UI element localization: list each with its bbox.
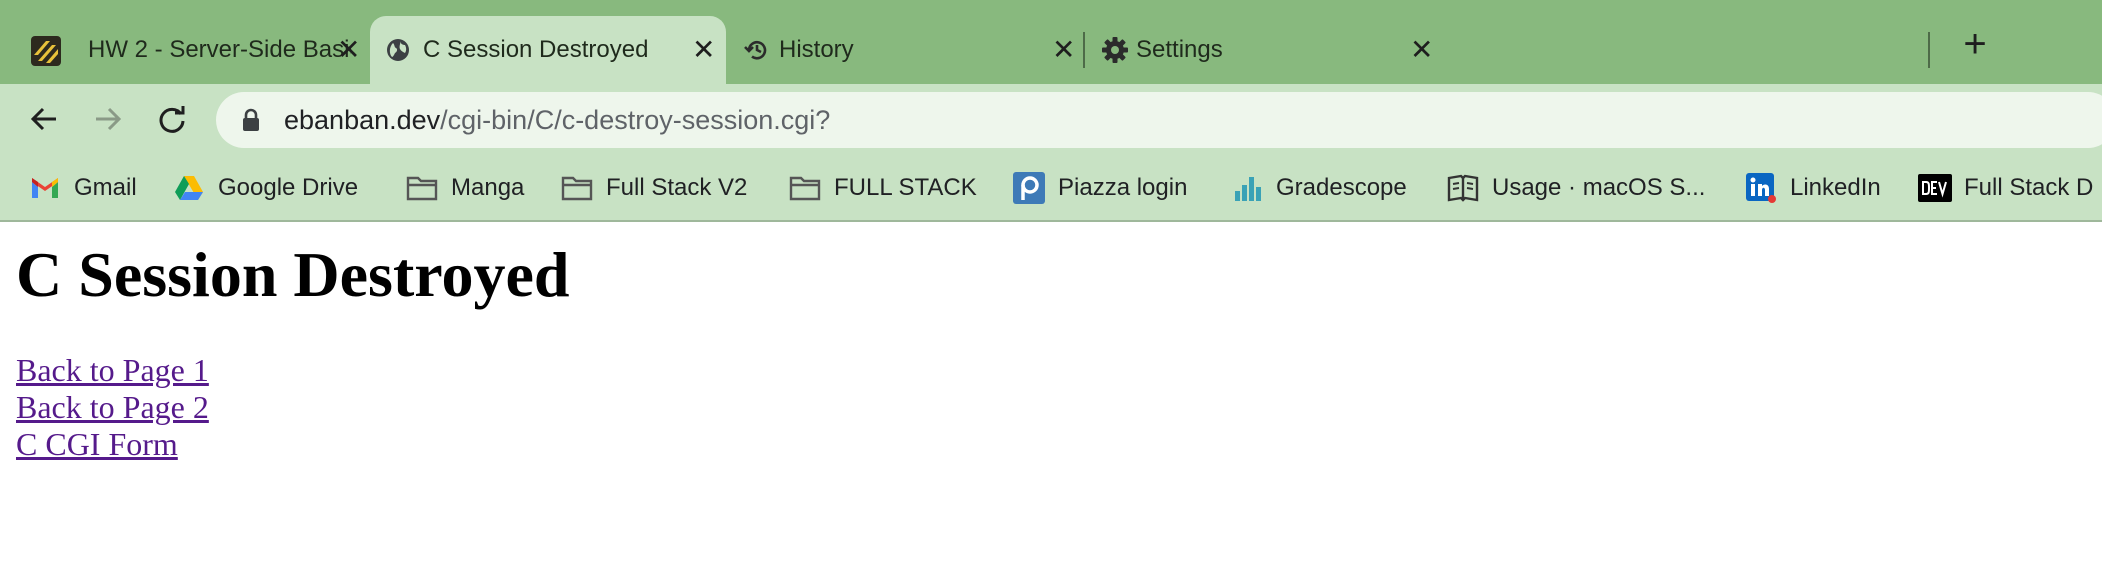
bookmarks-bar: Gmail Google Drive Manga Full Stack V2 F… (0, 154, 2102, 222)
url-path: /cgi-bin/C/c-destroy-session.cgi? (440, 104, 831, 135)
gmail-icon (28, 171, 62, 205)
tab-separator (1083, 32, 1085, 68)
piazza-icon (1012, 171, 1046, 205)
dev-icon (1918, 171, 1952, 205)
bookmark-label: Full Stack D (1964, 174, 2094, 201)
book-icon (1446, 171, 1480, 205)
tab-separator (1928, 32, 1930, 68)
tab-hw2[interactable]: HW 2 - Server-Side Basics Dor ✕ (22, 16, 362, 84)
url-domain: ebanban.dev (284, 104, 441, 135)
tab-title: History (779, 36, 854, 63)
address-bar[interactable]: ebanban.dev/cgi-bin/C/c-destroy-session.… (216, 92, 2102, 148)
bookmark-full-stack[interactable]: FULL STACK (788, 168, 977, 208)
bookmark-usage-macos[interactable]: Usage · macOS S... (1446, 168, 1705, 208)
google-drive-icon (172, 171, 206, 205)
page-content: C Session Destroyed Back to Page 1 Back … (16, 238, 570, 463)
close-icon[interactable]: ✕ (337, 36, 360, 64)
tab-title: Settings (1136, 36, 1223, 63)
bookmark-label: Usage · macOS S... (1492, 174, 1706, 201)
bookmark-full-stack-d[interactable]: Full Stack D (1918, 168, 2093, 208)
tab-strip: HW 2 - Server-Side Basics Dor ✕ C Sessio… (0, 0, 2102, 84)
folder-icon (405, 171, 439, 205)
bookmark-label: Google Drive (218, 174, 359, 201)
c-cgi-form-link[interactable]: C CGI Form (16, 426, 570, 463)
close-icon[interactable]: ✕ (1052, 36, 1075, 64)
bookmark-gradescope[interactable]: Gradescope (1230, 168, 1407, 208)
url-text: ebanban.dev/cgi-bin/C/c-destroy-session.… (284, 105, 830, 136)
new-tab-button[interactable]: + (1955, 22, 1995, 66)
tab-title: HW 2 - Server-Side Basics Dor (88, 36, 351, 63)
bookmark-label: Gradescope (1276, 174, 1407, 201)
link-list: Back to Page 1 Back to Page 2 C CGI Form (16, 352, 570, 463)
back-to-page-2-link[interactable]: Back to Page 2 (16, 389, 570, 426)
bookmark-gmail[interactable]: Gmail (28, 168, 137, 208)
close-icon[interactable]: ✕ (692, 36, 715, 64)
back-to-page-1-link[interactable]: Back to Page 1 (16, 352, 570, 389)
history-icon (744, 37, 770, 63)
bookmark-label: FULL STACK (834, 174, 977, 201)
tab-settings[interactable]: Settings ✕ (1092, 16, 1433, 84)
lock-icon[interactable] (242, 108, 260, 137)
bookmark-google-drive[interactable]: Google Drive (172, 168, 358, 208)
gear-icon (1102, 37, 1128, 63)
tab-title: C Session Destroyed (423, 36, 649, 63)
bookmark-label: Manga (451, 174, 525, 201)
bookmark-label: Piazza login (1058, 174, 1188, 201)
bookmark-label: Full Stack V2 (606, 174, 748, 201)
folder-icon (788, 171, 822, 205)
forward-button[interactable] (88, 99, 128, 139)
tab-history[interactable]: History ✕ (734, 16, 1075, 84)
bookmark-piazza-login[interactable]: Piazza login (1012, 168, 1187, 208)
back-button[interactable] (24, 99, 64, 139)
folder-icon (560, 171, 594, 205)
bookmark-label: Gmail (74, 174, 137, 201)
tab-c-session-destroyed[interactable]: C Session Destroyed ✕ (370, 16, 726, 84)
bolt-stripes-icon (30, 35, 62, 67)
reload-icon (159, 106, 185, 133)
bookmark-label: LinkedIn (1790, 174, 1881, 201)
close-icon[interactable]: ✕ (1410, 36, 1433, 64)
globe-icon (386, 38, 410, 62)
browser-toolbar: ebanban.dev/cgi-bin/C/c-destroy-session.… (0, 84, 2102, 154)
linkedin-icon (1744, 171, 1778, 205)
gradescope-icon (1230, 171, 1264, 205)
arrow-right-icon (96, 107, 122, 131)
reload-button[interactable] (152, 99, 192, 139)
bookmark-linkedin[interactable]: LinkedIn (1744, 168, 1881, 208)
page-title: C Session Destroyed (16, 239, 570, 310)
arrow-left-icon (30, 107, 56, 131)
bookmark-full-stack-v2[interactable]: Full Stack V2 (560, 168, 747, 208)
bookmark-manga[interactable]: Manga (405, 168, 524, 208)
